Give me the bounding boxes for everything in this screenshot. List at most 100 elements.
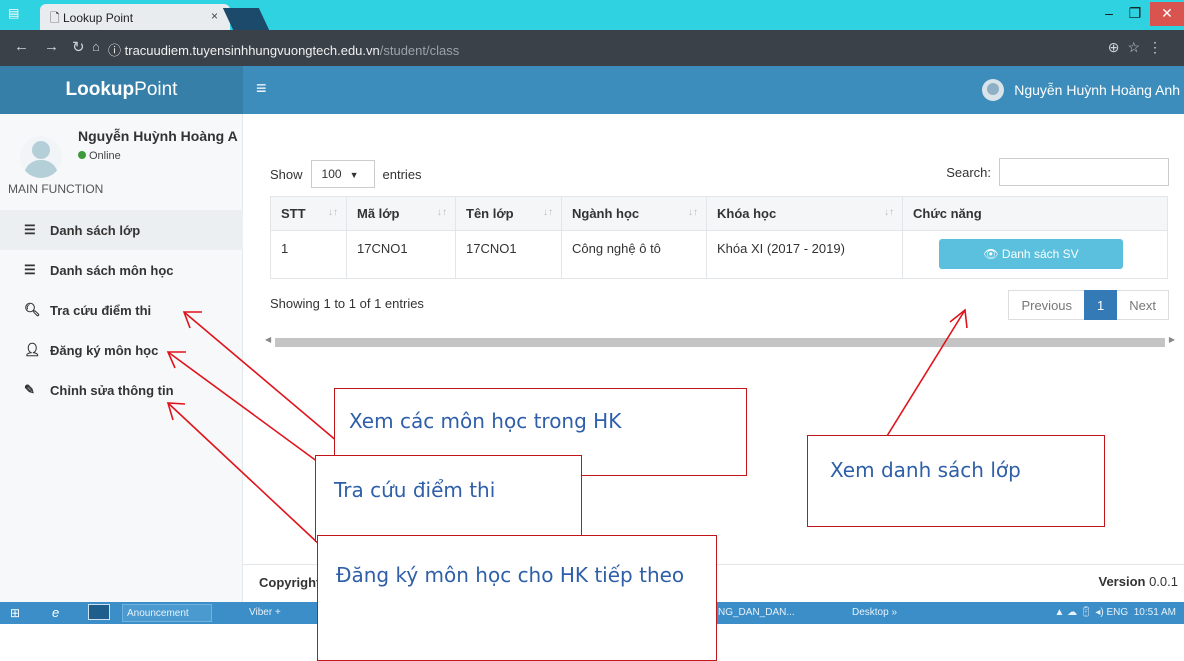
browser-window-icon: ▤ <box>8 6 20 20</box>
previous-page-button[interactable]: Previous <box>1008 290 1085 320</box>
tab-close-icon[interactable]: × <box>211 9 218 23</box>
cell-major: Công nghệ ô tô <box>561 230 707 279</box>
callout-view-class-list: Xem danh sách lớp <box>807 435 1105 527</box>
cell-stt: 1 <box>270 230 347 279</box>
browser-menu-icon[interactable]: ⋮ <box>1148 39 1170 55</box>
column-header-actions: Chức năng <box>902 196 1168 231</box>
taskbar-item-announcement[interactable]: Anouncement <box>122 604 212 622</box>
user-menu[interactable]: Nguyễn Huỳnh Hoàng Anh <box>982 66 1184 114</box>
eye-icon: 👁︎ <box>983 247 1002 261</box>
chevron-down-icon: ▼ <box>349 170 359 180</box>
column-header-stt[interactable]: STT ↓↑ <box>270 196 347 231</box>
page-size-select[interactable]: 100 ▼ <box>310 160 375 188</box>
maximize-button[interactable]: ❐ <box>1122 2 1148 26</box>
table-row: 1 17CNO1 17CNO1 Công nghệ ô tô Khóa XI (… <box>270 230 1168 279</box>
sort-icon: ↓↑ <box>437 207 447 218</box>
start-button[interactable]: ⊞ <box>10 604 20 622</box>
list-icon: ☰ <box>24 222 36 237</box>
sidebar-item-class-list[interactable]: ☰ Danh sách lớp <box>0 210 243 250</box>
address-bar-actions: ⊕☆⋮ <box>1108 39 1170 56</box>
copyright-text: Copyright <box>259 575 321 590</box>
reload-icon[interactable]: ↻ <box>72 38 85 56</box>
online-dot-icon <box>78 151 86 159</box>
class-table: STT ↓↑ Mã lớp ↓↑ Tên lớp ↓↑ Ngành học ↓↑ Khó… <box>270 196 1168 279</box>
callout-next-semester-registration: Đăng ký môn học cho HK tiếp theo <box>317 535 717 661</box>
cell-class-code: 17CNO1 <box>346 230 456 279</box>
version-value: 0.0.1 <box>1149 574 1178 589</box>
bookmark-star-icon[interactable]: ☆ <box>1127 39 1148 55</box>
table-search: Search: <box>946 158 1169 186</box>
cell-actions: 👁︎ Danh sách SV <box>902 230 1168 279</box>
entries-label: entries <box>382 166 422 182</box>
search-input[interactable] <box>999 158 1169 186</box>
column-header-class-name[interactable]: Tên lớp ↓↑ <box>455 196 562 231</box>
sidebar-user-name: Nguyễn Huỳnh Hoàng A <box>78 128 238 144</box>
scrollbar-thumb[interactable] <box>275 338 1165 347</box>
tab-title: Lookup Point <box>62 11 134 25</box>
column-header-class-code[interactable]: Mã lớp ↓↑ <box>346 196 456 231</box>
cell-class-name: 17CNO1 <box>455 230 562 279</box>
system-tray: ▲ ☁ 🔋︎ ◂) ENG 10:51 AM <box>1054 607 1176 618</box>
close-window-button[interactable]: ✕ <box>1150 2 1184 26</box>
avatar-icon <box>982 79 1005 101</box>
sidebar-item-label: Đăng ký môn học <box>50 342 159 358</box>
app-logo[interactable]: LookupPoint <box>0 66 243 114</box>
search-label: Search: <box>946 164 991 180</box>
taskbar-app-icon[interactable] <box>88 604 110 620</box>
sidebar: Nguyễn Huỳnh Hoàng A Online MAIN FUNCTIO… <box>0 114 243 602</box>
taskbar-item-viber[interactable]: Viber + <box>245 604 315 622</box>
sort-icon: ↓↑ <box>688 207 698 218</box>
forward-icon[interactable]: → <box>44 38 59 55</box>
sidebar-item-subject-list[interactable]: ☰ Danh sách môn học <box>0 250 243 290</box>
sidebar-toggle-icon[interactable]: ≡ <box>256 78 267 99</box>
taskbar-item-document[interactable]: NG_DAN_DAN... <box>716 604 826 622</box>
browser-tab-bar: ▤ 🗋 Lookup Point × – ❐ ✕ <box>0 0 1184 30</box>
show-label: Show <box>270 166 303 182</box>
app-header: LookupPoint ≡ Nguyễn Huỳnh Hoàng Anh <box>0 66 1184 114</box>
user-plus-icon: 👤︎ <box>24 342 41 357</box>
scroll-left-icon[interactable]: ◀ <box>265 335 271 344</box>
student-list-button[interactable]: 👁︎ Danh sách SV <box>939 239 1123 269</box>
zoom-icon[interactable]: ⊕ <box>1108 39 1128 55</box>
table-header-row: STT ↓↑ Mã lớp ↓↑ Tên lớp ↓↑ Ngành học ↓↑ Khó… <box>270 196 1168 231</box>
pagination: Previous 1 Next <box>1008 290 1169 320</box>
url-field[interactable]: ⓘ tracuudiem.tuyensinhhungvuongtech.edu.… <box>108 40 459 59</box>
ie-icon[interactable]: e <box>52 604 59 622</box>
browser-tab[interactable]: 🗋 Lookup Point × <box>40 4 230 30</box>
status-badge: Online <box>78 150 121 162</box>
sidebar-menu: ☰ Danh sách lớp ☰ Danh sách môn học 🔍︎ T… <box>0 210 243 410</box>
logo-bold: Lookup <box>65 79 135 100</box>
column-header-major[interactable]: Ngành học ↓↑ <box>561 196 707 231</box>
sidebar-item-subject-registration[interactable]: 👤︎ Đăng ký môn học <box>0 330 243 370</box>
next-page-button[interactable]: Next <box>1117 290 1169 320</box>
search-icon: 🔍︎ <box>24 302 41 317</box>
horizontal-scrollbar[interactable]: ◀ ▶ <box>265 335 1175 349</box>
sidebar-item-label: Danh sách môn học <box>50 262 174 278</box>
page-icon: 🗋 <box>50 11 63 25</box>
scroll-right-icon[interactable]: ▶ <box>1169 335 1175 344</box>
version-label: Version <box>1098 574 1146 589</box>
address-bar: ← → ↻ ⌂ ⓘ tracuudiem.tuyensinhhungvuongt… <box>0 30 1184 66</box>
sort-icon: ↓↑ <box>328 207 338 218</box>
column-header-course[interactable]: Khóa học ↓↑ <box>706 196 903 231</box>
language-indicator[interactable]: ENG <box>1107 607 1129 618</box>
home-icon[interactable]: ⌂ <box>92 39 100 54</box>
list-icon: ☰ <box>24 262 36 277</box>
taskbar-desktop-toolbar[interactable]: Desktop » <box>852 604 912 622</box>
clock[interactable]: 10:51 AM <box>1134 607 1176 618</box>
page-size-value: 100 <box>321 167 342 181</box>
page-1-button[interactable]: 1 <box>1084 290 1118 320</box>
sidebar-item-score-lookup[interactable]: 🔍︎ Tra cứu điểm thi <box>0 290 243 330</box>
student-list-button-label: Danh sách SV <box>1001 247 1079 261</box>
minimize-button[interactable]: – <box>1096 2 1122 26</box>
sort-icon: ↓↑ <box>884 207 894 218</box>
sidebar-item-label: Tra cứu điểm thi <box>50 302 152 318</box>
sidebar-item-edit-profile[interactable]: ✎ Chỉnh sửa thông tin <box>0 370 243 410</box>
avatar <box>20 136 62 178</box>
sidebar-item-label: Chỉnh sửa thông tin <box>50 382 174 398</box>
user-panel: Nguyễn Huỳnh Hoàng A Online <box>20 126 242 186</box>
sidebar-item-label: Danh sách lớp <box>50 222 141 238</box>
menu-section-header: MAIN FUNCTION <box>8 182 104 196</box>
cell-course: Khóa XI (2017 - 2019) <box>706 230 903 279</box>
back-icon[interactable]: ← <box>14 38 29 55</box>
